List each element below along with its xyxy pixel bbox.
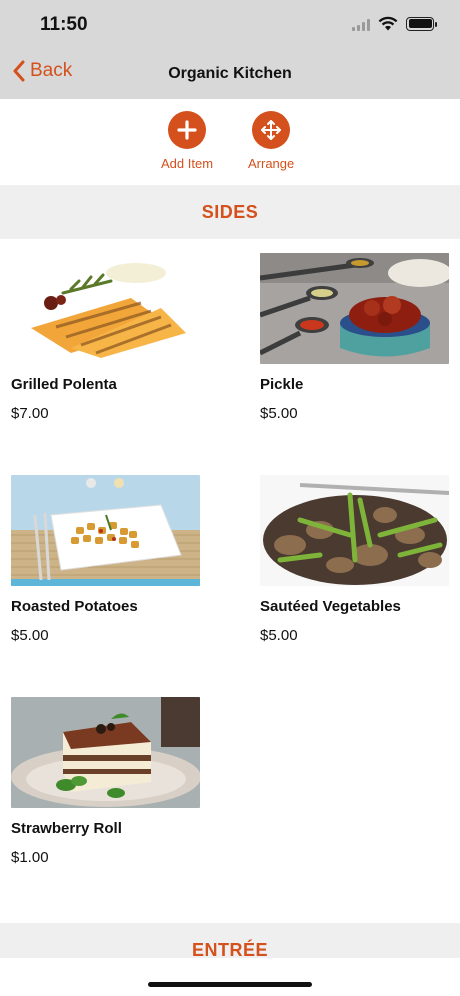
item-name: Strawberry Roll <box>11 820 122 837</box>
item-price: $7.00 <box>11 405 49 422</box>
arrange-button[interactable]: Arrange <box>248 111 294 171</box>
add-item-label: Add Item <box>161 156 214 171</box>
item-price: $5.00 <box>260 627 298 644</box>
home-indicator[interactable] <box>148 982 312 987</box>
page-title: Organic Kitchen <box>168 65 292 82</box>
wifi-icon <box>378 16 398 31</box>
grilled-polenta-image <box>11 253 200 364</box>
item-name: Pickle <box>260 376 304 393</box>
battery-icon <box>406 16 437 31</box>
item-price: $5.00 <box>11 627 49 644</box>
status-icons <box>352 16 437 31</box>
navigation-bar: Back Organic Kitchen <box>0 50 460 99</box>
move-arrows-icon <box>252 111 291 149</box>
sauteed-vegetables-image <box>260 475 449 586</box>
item-card[interactable]: Roasted Potatoes $5.00 <box>11 475 201 644</box>
item-name: Sautéed Vegetables <box>260 598 401 615</box>
item-card[interactable]: Pickle $5.00 <box>260 253 450 422</box>
pickle-image <box>260 253 449 364</box>
item-card[interactable]: Grilled Polenta $7.00 <box>11 253 201 422</box>
item-card[interactable]: Strawberry Roll $1.00 <box>11 697 201 866</box>
item-card[interactable]: Sautéed Vegetables $5.00 <box>260 475 450 644</box>
status-time: 11:50 <box>40 14 88 35</box>
strawberry-roll-image <box>11 697 200 808</box>
home-indicator-area <box>0 958 460 996</box>
cellular-signal-icon <box>352 17 370 31</box>
toolbar: Add Item Arrange <box>0 99 460 185</box>
item-name: Roasted Potatoes <box>11 598 138 615</box>
arrange-label: Arrange <box>248 156 295 171</box>
roasted-potatoes-image <box>11 475 200 586</box>
item-price: $5.00 <box>260 405 298 422</box>
item-price: $1.00 <box>11 849 49 866</box>
plus-icon <box>168 111 207 149</box>
status-bar: 11:50 <box>0 0 460 50</box>
section-header-sides: SIDES <box>0 185 460 239</box>
add-item-button[interactable]: Add Item <box>161 111 213 171</box>
item-name: Grilled Polenta <box>11 376 117 393</box>
